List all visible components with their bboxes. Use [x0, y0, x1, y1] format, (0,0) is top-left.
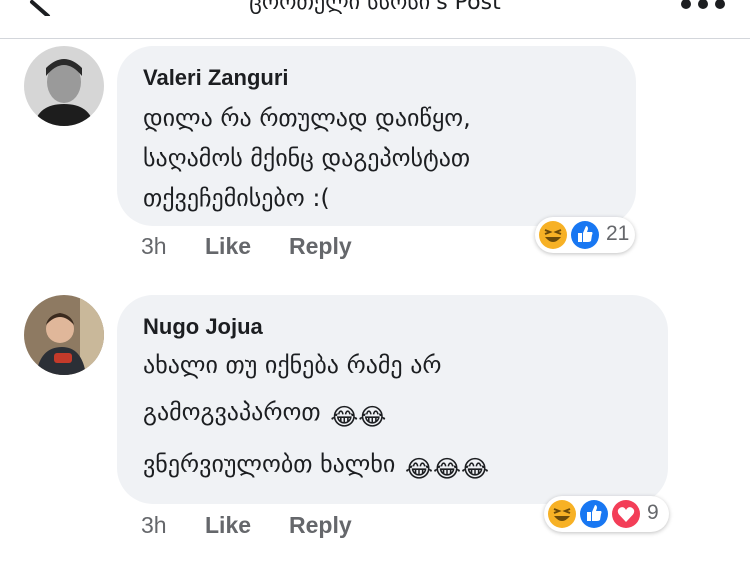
more-options-icon[interactable] [678, 0, 728, 10]
comment-author[interactable]: Valeri Zanguri [143, 65, 289, 91]
avatar[interactable] [24, 46, 104, 126]
haha-reaction-icon [548, 500, 576, 528]
joy-emoji-group: 😂😂😂 [404, 455, 490, 483]
post-header: ცოოთელი სსოსი's Post [0, 0, 750, 39]
like-button[interactable]: Like [205, 512, 251, 539]
profile-photo-icon [24, 46, 104, 126]
comment-text-line: ახალი თუ იქნება რამე არ [143, 351, 442, 379]
like-reaction-icon [580, 500, 608, 528]
profile-photo-icon [24, 295, 104, 375]
page-title: ცოოთელი სსოსი's Post [249, 0, 501, 15]
reaction-summary[interactable]: 21 [535, 217, 635, 253]
comment-timestamp: 3h [141, 512, 167, 538]
like-reaction-icon [571, 221, 599, 249]
haha-reaction-icon [539, 221, 567, 249]
reaction-summary[interactable]: 9 [544, 496, 669, 532]
love-reaction-icon [612, 500, 640, 528]
like-button[interactable]: Like [205, 233, 251, 260]
comment-text: ახალი თუ იქნება რამე არ [143, 351, 442, 379]
joy-emoji-group: 😂😂 [330, 403, 387, 431]
comment-author[interactable]: Nugo Jojua [143, 314, 263, 340]
avatar[interactable] [24, 295, 104, 375]
reaction-count: 21 [606, 222, 630, 245]
comment-text: გამოგვაპაროთ [143, 398, 321, 426]
comment-text-line: გამოგვაპაროთ 😂😂 [143, 398, 386, 431]
reaction-count: 9 [647, 501, 659, 524]
comment-text: ვნერვიულობთ ხალხი [143, 450, 396, 478]
reply-button[interactable]: Reply [289, 233, 352, 260]
comment-text-line: დილა რა რთულად დაიწყო, [143, 104, 471, 132]
comment-text-line: საღამოს მქინც დაგეპოსტათ [143, 144, 471, 172]
comment-text-line: ვნერვიულობთ ხალხი 😂😂😂 [143, 450, 489, 483]
comment-text-line: თქვეჩემისებო :( [143, 184, 330, 212]
reply-button[interactable]: Reply [289, 512, 352, 539]
comment-timestamp: 3h [141, 233, 167, 259]
comment-bubble: Valeri Zanguri დილა რა რთულად დაიწყო, სა… [117, 46, 636, 226]
comment-bubble: Nugo Jojua ახალი თუ იქნება რამე არ გამოგ… [117, 295, 668, 504]
